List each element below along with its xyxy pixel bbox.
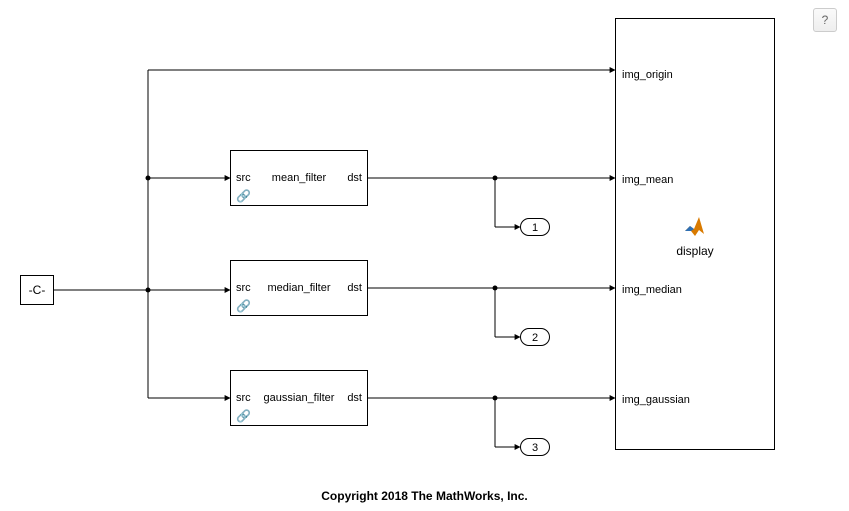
outport-2[interactable]: 2 <box>520 328 550 346</box>
outport-3-label: 3 <box>532 442 538 454</box>
median-dst-port: dst <box>347 282 362 294</box>
mean-filter-block[interactable]: src mean_filter dst 🔗 <box>230 150 368 206</box>
link-icon: 🔗 <box>236 190 251 202</box>
outport-1[interactable]: 1 <box>520 218 550 236</box>
display-port-gaussian: img_gaussian <box>622 394 690 406</box>
help-button[interactable]: ? <box>813 8 837 32</box>
median-filter-block[interactable]: src median_filter dst 🔗 <box>230 260 368 316</box>
median-filter-label: median_filter <box>268 282 331 294</box>
mean-src-port: src <box>236 172 251 184</box>
constant-block[interactable]: -C- <box>20 275 54 305</box>
copyright-text: Copyright 2018 The MathWorks, Inc. <box>0 489 849 503</box>
gaussian-filter-label: gaussian_filter <box>264 392 335 404</box>
display-caption: display <box>676 244 713 258</box>
outport-3[interactable]: 3 <box>520 438 550 456</box>
outport-2-label: 2 <box>532 332 538 344</box>
constant-label: -C- <box>29 283 46 297</box>
display-port-mean: img_mean <box>622 174 673 186</box>
display-block[interactable]: img_origin img_mean img_median img_gauss… <box>615 18 775 450</box>
display-port-median: img_median <box>622 284 682 296</box>
gaussian-src-port: src <box>236 392 251 404</box>
gaussian-dst-port: dst <box>347 392 362 404</box>
link-icon: 🔗 <box>236 410 251 422</box>
median-src-port: src <box>236 282 251 294</box>
mean-filter-label: mean_filter <box>272 172 326 184</box>
help-icon: ? <box>822 13 829 27</box>
matlab-logo-icon <box>682 214 708 241</box>
simulink-canvas: ? -C- src mean_filter dst 🔗 src median_f… <box>0 0 849 511</box>
gaussian-filter-block[interactable]: src gaussian_filter dst 🔗 <box>230 370 368 426</box>
link-icon: 🔗 <box>236 300 251 312</box>
display-port-origin: img_origin <box>622 69 673 81</box>
outport-1-label: 1 <box>532 222 538 234</box>
mean-dst-port: dst <box>347 172 362 184</box>
